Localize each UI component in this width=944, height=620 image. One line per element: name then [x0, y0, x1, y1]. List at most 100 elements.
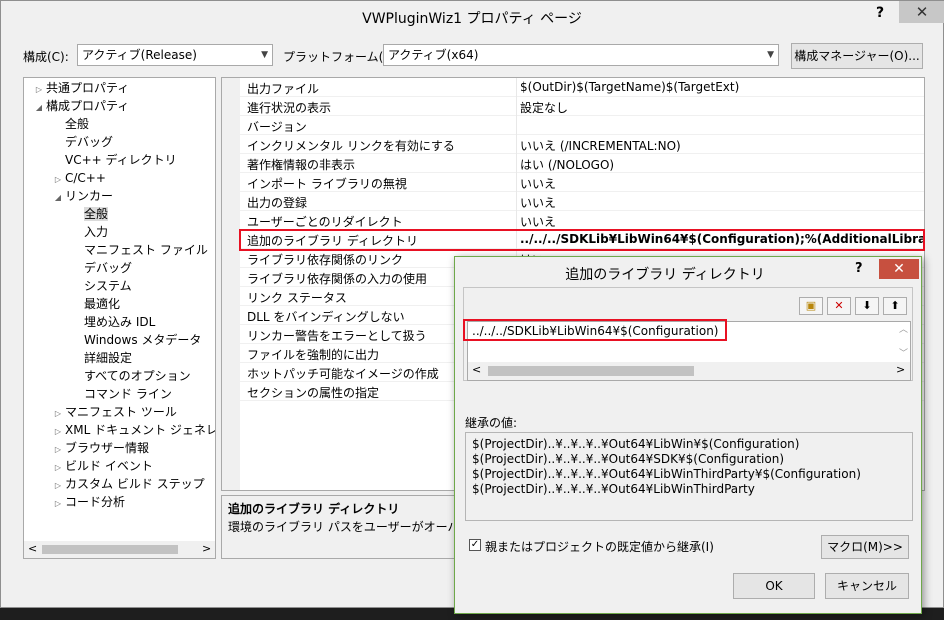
property-row[interactable]: バージョン [240, 116, 924, 135]
tree-item[interactable]: デバッグ [70, 259, 132, 277]
scroll-right-icon[interactable]: > [202, 542, 211, 555]
list-scroll-thumb[interactable] [488, 366, 694, 376]
scroll-up-icon[interactable]: ︿ [899, 322, 908, 335]
window-title: VWPluginWiz1 プロパティ ページ [362, 11, 582, 27]
scroll-right-icon[interactable]: > [896, 363, 905, 376]
tree-item[interactable]: ▷ カスタム ビルド ステップ [51, 475, 205, 493]
tree-item-label: マニフェスト ファイル [84, 243, 208, 257]
inherit-checkbox[interactable]: ✓ [469, 539, 481, 551]
close-button[interactable]: ✕ [899, 1, 944, 23]
property-row[interactable]: 著作権情報の非表示 はい (/NOLOGO) [240, 154, 924, 173]
column-divider [516, 97, 517, 116]
tree-item[interactable]: 詳細設定 [70, 349, 132, 367]
macro-button[interactable]: マクロ(M)>> [821, 535, 909, 559]
tree-item[interactable]: ▷ C/C++ [51, 169, 106, 187]
tree-item-label: ブラウザー情報 [65, 441, 150, 455]
inherited-values-label: 継承の値: [465, 416, 518, 430]
property-row[interactable]: 進行状況の表示 設定なし [240, 97, 924, 116]
tree-item[interactable]: 埋め込み IDL [70, 313, 155, 331]
property-row[interactable]: 出力ファイル $(OutDir)$(TargetName)$(TargetExt) [240, 78, 924, 97]
entry-highlight-box [463, 319, 727, 341]
dialog-help-button[interactable]: ? [855, 261, 863, 276]
new-folder-icon[interactable]: ▣ [799, 297, 823, 315]
tree-item-label: Windows メタデータ [84, 333, 202, 347]
highlight-box [239, 229, 925, 251]
expand-arrow-icon[interactable]: ▷ [51, 495, 65, 513]
inherit-checkbox-label[interactable]: 親またはプロジェクトの既定値から継承(I) [485, 538, 714, 555]
config-dropdown[interactable]: アクティブ(Release) ▼ [77, 44, 273, 66]
tree-item-label: カスタム ビルド ステップ [65, 477, 205, 491]
tree-item-label: 構成プロパティ [46, 99, 130, 113]
list-vertical-scrollbar[interactable]: ︿ ﹀ [898, 322, 910, 362]
property-row[interactable]: 出力の登録 いいえ [240, 192, 924, 211]
property-name: ホットパッチ可能なイメージの作成 [247, 367, 439, 381]
tree-item[interactable]: コマンド ライン [70, 385, 172, 403]
tree-item[interactable]: ▷XML ドキュメント ジェネレータ [51, 421, 215, 439]
property-row[interactable]: ユーザーごとのリダイレクト いいえ [240, 211, 924, 230]
tree-item[interactable]: 全般 [51, 115, 89, 133]
property-value[interactable]: いいえ [520, 194, 556, 211]
move-down-icon[interactable]: ⬇ [855, 297, 879, 315]
property-value[interactable]: いいえ (/INCREMENTAL:NO) [520, 137, 681, 154]
tree-item[interactable]: ◢ 構成プロパティ [32, 97, 129, 115]
tree-item[interactable]: ▷ コード分析 [51, 493, 125, 511]
tree-item[interactable]: ◢ リンカー [51, 187, 113, 205]
delete-icon[interactable]: ✕ [827, 297, 851, 315]
column-divider [516, 211, 517, 230]
tree-item-label: すべてのオプション [84, 369, 191, 383]
platform-dropdown[interactable]: アクティブ(x64) ▼ [383, 44, 779, 66]
tree-scroll-thumb[interactable] [42, 545, 178, 554]
property-value[interactable]: 設定なし [520, 99, 568, 116]
list-horizontal-scrollbar[interactable]: < > [468, 362, 910, 380]
dialog-title-bar: 追加のライブラリ ディレクトリ ? ✕ [455, 257, 921, 287]
property-tree: ▷ 共通プロパティ ◢ 構成プロパティ 全般 デバッグ VC++ ディレクトリ ▷ C/C++ ◢… [23, 77, 216, 559]
expand-arrow-icon[interactable]: ◢ [32, 99, 46, 117]
property-row[interactable]: インポート ライブラリの無視 いいえ [240, 173, 924, 192]
tree-item[interactable]: 最適化 [70, 295, 120, 313]
tree-item-label: システム [84, 279, 132, 293]
move-up-icon[interactable]: ⬆ [883, 297, 907, 315]
config-manager-button[interactable]: 構成マネージャー(O)... [791, 43, 923, 69]
tree-item[interactable]: ▷ 共通プロパティ [32, 79, 129, 97]
inherited-value: $(ProjectDir)..¥..¥..¥..¥Out64¥LibWin¥$(… [472, 437, 800, 451]
scroll-left-icon[interactable]: < [28, 542, 37, 555]
description-title: 追加のライブラリ ディレクトリ [228, 502, 400, 516]
dialog-close-button[interactable]: ✕ [879, 259, 919, 279]
property-name: 著作権情報の非表示 [247, 158, 356, 172]
property-value[interactable]: いいえ [520, 175, 556, 192]
tree-item[interactable]: Windows メタデータ [70, 331, 201, 349]
property-row[interactable]: インクリメンタル リンクを有効にする いいえ (/INCREMENTAL:NO) [240, 135, 924, 154]
tree-item[interactable]: すべてのオプション [70, 367, 191, 385]
column-divider [516, 154, 517, 173]
tree-item-label: 全般 [65, 117, 90, 131]
help-button[interactable]: ? [867, 5, 893, 25]
property-name: インクリメンタル リンクを有効にする [247, 139, 455, 153]
dialog-title: 追加のライブラリ ディレクトリ [565, 267, 765, 283]
ok-button[interactable]: OK [733, 573, 815, 599]
column-divider [516, 116, 517, 135]
chevron-down-icon: ▼ [767, 50, 774, 60]
tree-item[interactable]: ▷ ビルド イベント [51, 457, 153, 475]
expand-arrow-icon[interactable]: ◢ [51, 189, 65, 207]
property-value[interactable]: いいえ [520, 213, 556, 230]
property-value[interactable]: $(OutDir)$(TargetName)$(TargetExt) [520, 80, 739, 94]
tree-item[interactable]: VC++ ディレクトリ [51, 151, 177, 169]
tree-item-label: XML ドキュメント ジェネレータ [65, 423, 215, 437]
scroll-left-icon[interactable]: < [472, 363, 481, 376]
config-label: 構成(C): [23, 50, 69, 64]
tree-item[interactable]: デバッグ [51, 133, 113, 151]
tree-item-label: デバッグ [65, 135, 114, 149]
tree-item[interactable]: システム [70, 277, 132, 295]
tree-item[interactable]: マニフェスト ファイル [70, 241, 208, 259]
tree-item-label: C/C++ [65, 171, 106, 185]
tree-item[interactable]: 全般 [70, 205, 109, 223]
property-name: バージョン [247, 120, 307, 134]
tree-item-label: 埋め込み IDL [84, 315, 156, 329]
tree-item[interactable]: 入力 [70, 223, 108, 241]
tree-horizontal-scrollbar[interactable]: < > [24, 541, 215, 558]
property-value[interactable]: はい (/NOLOGO) [520, 156, 614, 173]
cancel-button[interactable]: キャンセル [825, 573, 909, 599]
tree-item[interactable]: ▷ マニフェスト ツール [51, 403, 177, 421]
tree-item[interactable]: ▷ ブラウザー情報 [51, 439, 149, 457]
scroll-down-icon[interactable]: ﹀ [899, 346, 908, 359]
